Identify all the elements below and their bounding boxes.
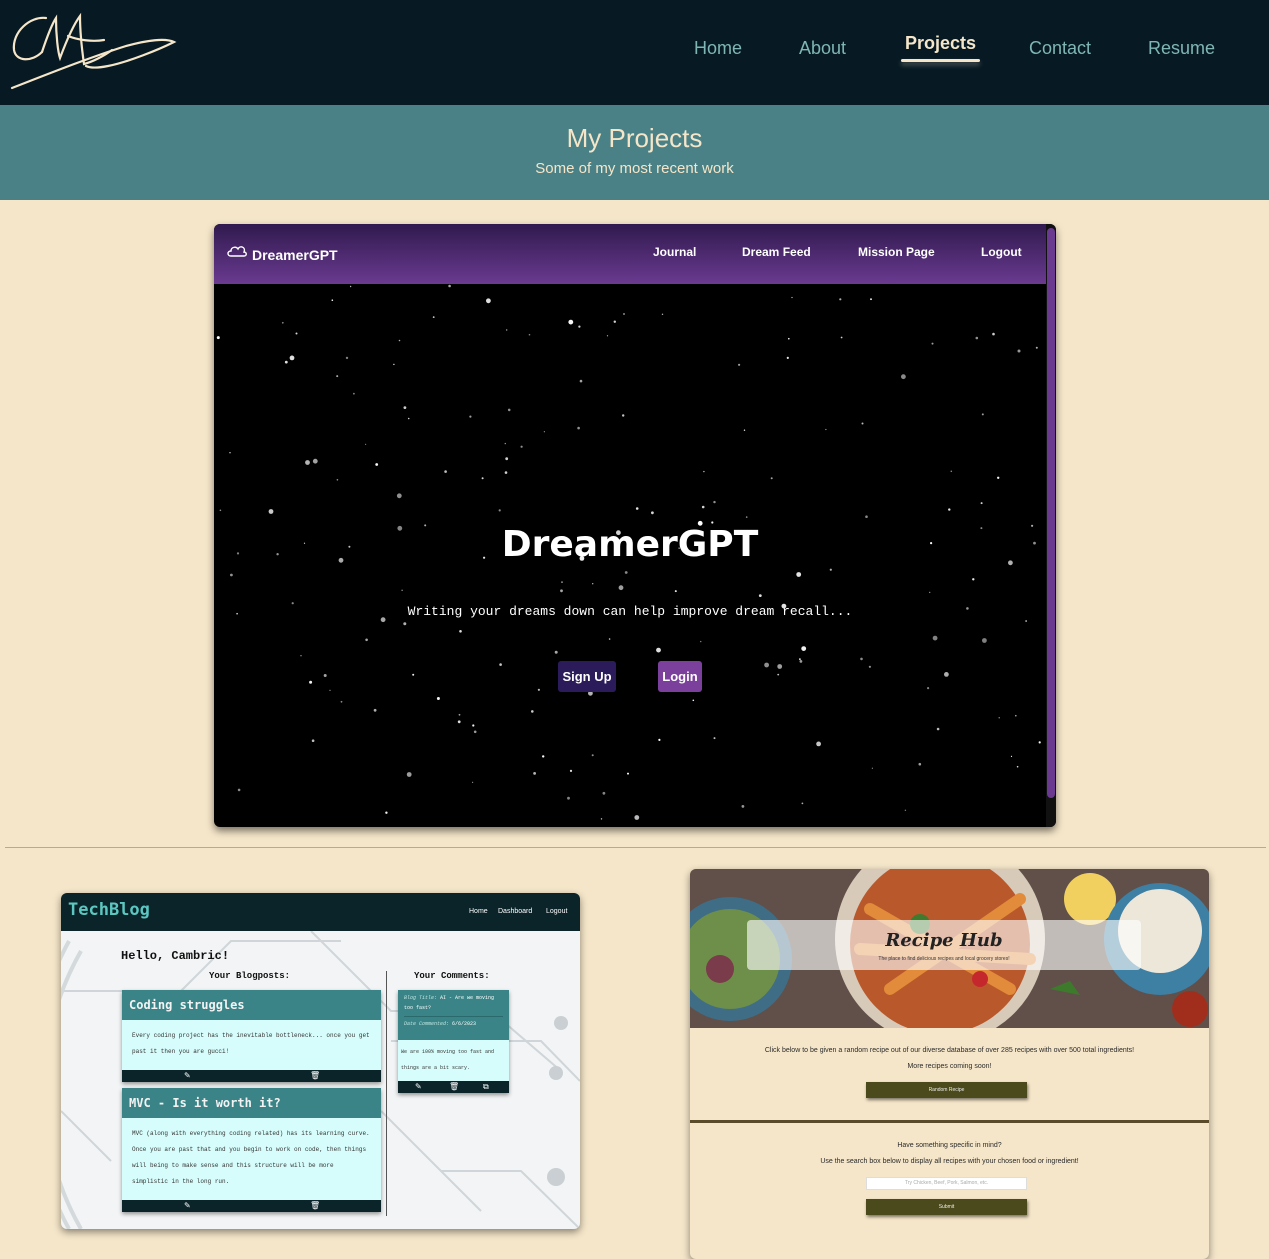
techblog-nav-dashboard[interactable]: Dashboard bbox=[498, 908, 532, 915]
column-divider bbox=[386, 971, 387, 1216]
nav-resume[interactable]: Resume bbox=[1148, 38, 1215, 59]
page-title: My Projects bbox=[566, 123, 703, 153]
techblog-navbar: TechBlog Home Dashboard Logout bbox=[61, 893, 580, 931]
page-subtitle: Some of my most recent work bbox=[535, 160, 734, 177]
login-button[interactable]: Login bbox=[658, 661, 702, 692]
comment-date-label: Date Commented: bbox=[404, 1021, 450, 1027]
recipehub-title-panel: Recipe Hub The place to find delicious r… bbox=[747, 920, 1141, 970]
signature-logo[interactable] bbox=[8, 6, 180, 94]
dreamer-nav-mission-page[interactable]: Mission Page bbox=[858, 245, 935, 259]
blogpost-body: Every coding project has the inevitable … bbox=[132, 1032, 370, 1055]
edit-icon[interactable]: ✎ bbox=[184, 1071, 191, 1080]
comment-card[interactable]: Blog Title: AI - Are we moving too fast?… bbox=[398, 990, 509, 1093]
blogpost-title: MVC - Is it worth it? bbox=[122, 1088, 381, 1118]
comment-blog-title-label: Blog Title: bbox=[404, 995, 438, 1001]
external-link-icon[interactable]: ⧉ bbox=[483, 1082, 489, 1092]
page-header: My Projects Some of my most recent work bbox=[0, 105, 1269, 200]
project-card-dreamergpt[interactable]: DreamerGPT Journal Dream Feed Mission Pa… bbox=[214, 224, 1056, 827]
nav-about[interactable]: About bbox=[799, 38, 846, 59]
techblog-brand[interactable]: TechBlog bbox=[68, 900, 150, 920]
dreamer-hero-title: DreamerGPT bbox=[501, 524, 759, 565]
trash-icon[interactable]: 🗑 bbox=[310, 1071, 320, 1080]
search-instructions: Use the search box below to display all … bbox=[820, 1158, 1079, 1165]
blogpost-card[interactable]: MVC - Is it worth it? MVC (along with ev… bbox=[122, 1088, 381, 1212]
blogposts-heading: Your Blogposts: bbox=[209, 971, 291, 981]
nav-home[interactable]: Home bbox=[694, 38, 742, 59]
techblog-nav-logout[interactable]: Logout bbox=[546, 908, 567, 915]
dreamer-nav-dream-feed[interactable]: Dream Feed bbox=[742, 245, 811, 259]
edit-icon[interactable]: ✎ bbox=[184, 1201, 191, 1210]
dreamer-tagline: Writing your dreams down can help improv… bbox=[407, 604, 853, 619]
random-recipe-button[interactable]: Random Recipe bbox=[866, 1082, 1027, 1098]
section-divider bbox=[5, 847, 1266, 848]
blogpost-body: MVC (along with everything coding relate… bbox=[132, 1130, 370, 1185]
dreamer-navbar: DreamerGPT Journal Dream Feed Mission Pa… bbox=[214, 224, 1046, 284]
blogpost-title: Coding struggles bbox=[122, 990, 381, 1020]
nav-contact[interactable]: Contact bbox=[1029, 38, 1091, 59]
dreamer-nav-logout[interactable]: Logout bbox=[981, 245, 1022, 259]
blogpost-card[interactable]: Coding struggles Every coding project ha… bbox=[122, 990, 381, 1082]
cloud-icon bbox=[227, 246, 247, 257]
recipe-submit-button[interactable]: Submit bbox=[866, 1199, 1027, 1215]
project-card-recipehub[interactable]: Recipe Hub The place to find delicious r… bbox=[690, 869, 1209, 1259]
dreamer-scrollbar[interactable] bbox=[1046, 224, 1056, 827]
edit-icon[interactable]: ✎ bbox=[415, 1082, 422, 1091]
comment-body: We are 100% moving too fast and things a… bbox=[401, 1049, 495, 1071]
blogpost-actions: ✎ 🗑 bbox=[122, 1200, 381, 1212]
trash-icon[interactable]: 🗑 bbox=[310, 1201, 320, 1210]
trash-icon[interactable]: 🗑 bbox=[449, 1082, 459, 1091]
dreamer-nav-journal[interactable]: Journal bbox=[653, 245, 696, 259]
comments-heading: Your Comments: bbox=[414, 971, 490, 981]
techblog-nav-home[interactable]: Home bbox=[469, 908, 488, 915]
more-recipes-text: More recipes coming soon! bbox=[907, 1063, 992, 1070]
dreamer-brand[interactable]: DreamerGPT bbox=[252, 247, 338, 263]
nav-projects[interactable]: Projects bbox=[900, 33, 981, 62]
comment-actions: ✎ 🗑 ⧉ bbox=[398, 1081, 509, 1093]
top-navbar: Home About Projects Contact Resume bbox=[0, 0, 1269, 105]
signup-button[interactable]: Sign Up bbox=[558, 661, 616, 692]
dreamer-scrollbar-thumb[interactable] bbox=[1047, 228, 1055, 798]
recipe-search-input[interactable]: Try Chicken, Beef, Pork, Salmon, etc. bbox=[866, 1177, 1027, 1190]
project-card-techblog[interactable]: TechBlog Home Dashboard Logout Hello, Ca… bbox=[61, 893, 580, 1229]
specific-text: Have something specific in mind? bbox=[897, 1142, 1002, 1149]
recipehub-divider bbox=[690, 1120, 1209, 1123]
random-recipe-text: Click below to be given a random recipe … bbox=[764, 1047, 1135, 1054]
recipehub-title: Recipe Hub bbox=[885, 930, 1003, 951]
recipehub-tagline: The place to find delicious recipes and … bbox=[878, 956, 1010, 962]
techblog-greeting: Hello, Cambric! bbox=[121, 949, 230, 963]
comment-date: 6/6/2023 bbox=[452, 1021, 477, 1027]
blogpost-actions: ✎ 🗑 bbox=[122, 1070, 381, 1082]
